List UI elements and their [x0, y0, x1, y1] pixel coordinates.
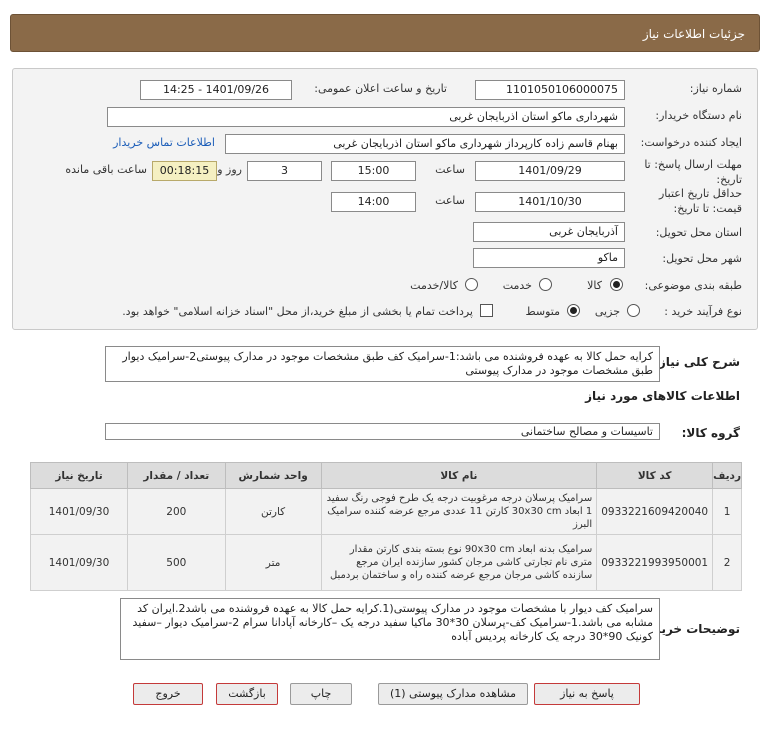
remaining-label: ساعت باقی مانده: [65, 163, 147, 176]
items-table: ردیف کد کالا نام کالا واحد شمارش تعداد /…: [29, 462, 742, 591]
col-header-name: نام کالا: [320, 462, 598, 489]
goods-group-field: تاسیسات و مصالح ساختمانی: [105, 423, 660, 440]
exit-button[interactable]: خروج: [133, 683, 203, 705]
validity-time-field[interactable]: 14:00: [331, 192, 416, 212]
cell-row: 1: [712, 488, 742, 535]
need-number-label: شماره نیاز:: [689, 82, 742, 95]
buyer-org-label: نام دستگاه خریدار:: [655, 109, 742, 122]
goods-section-title: اطلاعات کالاهای مورد نیاز: [585, 389, 740, 403]
announce-datetime-label: تاریخ و ساعت اعلان عمومی:: [314, 82, 447, 95]
city-field[interactable]: ماکو: [473, 248, 625, 268]
buyer-contact-link[interactable]: اطلاعات تماس خریدار: [113, 136, 215, 149]
reply-button[interactable]: پاسخ به نیاز: [534, 683, 640, 705]
remaining-timer: 00:18:15: [152, 161, 217, 181]
deadline-date-field[interactable]: 1401/09/29: [475, 161, 625, 181]
category-option-goods-service: کالا/خدمت: [410, 279, 458, 292]
category-option-service: خدمت: [502, 279, 532, 292]
table-row: 1 0933221609420040 سرامیک پرسلان درجه مر…: [29, 488, 742, 535]
deadline-days-label: روز و: [217, 163, 242, 176]
buyer-notes-text: سرامیک کف دیوار با مشخصات موجود در مدارک…: [120, 598, 660, 660]
deadline-days-field[interactable]: 3: [247, 161, 322, 181]
deadline-time-label: ساعت: [435, 163, 465, 176]
cell-code: 0933221993950001: [596, 534, 714, 591]
cell-unit: متر: [224, 534, 322, 591]
need-number-field[interactable]: 1101050106000075: [475, 80, 625, 100]
col-header-code: کد کالا: [596, 462, 714, 489]
purchase-type-label: نوع فرآیند خرید :: [664, 305, 742, 318]
announce-datetime-field[interactable]: 1401/09/26 - 14:25: [140, 80, 292, 100]
col-header-qty: تعداد / مقدار: [127, 462, 226, 489]
purchase-radio-minor[interactable]: [627, 304, 640, 317]
purchase-option-medium: متوسط: [525, 305, 560, 318]
requester-field[interactable]: بهنام قاسم زاده کارپرداز شهرداری ماکو اس…: [225, 134, 625, 154]
description-label: شرح کلی نیاز:: [654, 355, 740, 369]
deadline-time-field[interactable]: 15:00: [331, 161, 416, 181]
cell-date: 1401/09/30: [29, 534, 129, 591]
cell-row: 2: [712, 534, 742, 591]
print-button[interactable]: چاپ: [290, 683, 352, 705]
province-label: استان محل تحویل:: [655, 226, 742, 239]
buyer-org-field[interactable]: شهرداری ماکو استان اذربایجان غربی: [107, 107, 625, 127]
category-radio-goods-service[interactable]: [465, 278, 478, 291]
cell-name: سرامیک پرسلان درجه مرغوبیت درجه یک طرح ف…: [320, 488, 598, 535]
cell-date: 1401/09/30: [29, 488, 129, 535]
col-header-row: ردیف: [712, 462, 742, 489]
cell-qty: 200: [127, 488, 226, 535]
view-documents-button[interactable]: مشاهده مدارک پیوستی (1): [378, 683, 528, 705]
deadline-label: مهلت ارسال پاسخ: تا تاریخ:: [644, 158, 742, 186]
description-text: کرایه حمل کالا به عهده فروشنده می باشد:1…: [105, 346, 660, 382]
category-label: طبقه بندی موضوعی:: [644, 279, 742, 292]
page-title: جزئیات اطلاعات نیاز: [642, 27, 745, 41]
cell-name: سرامیک بدنه ابعاد 90x30 cm نوع بسته بندی…: [320, 534, 598, 591]
requester-label: ایجاد کننده درخواست:: [640, 136, 742, 149]
category-radio-service[interactable]: [539, 278, 552, 291]
goods-group-label: گروه کالا:: [681, 426, 740, 440]
province-field[interactable]: آذربایجان غربی: [473, 222, 625, 242]
table-row: 2 0933221993950001 سرامیک بدنه ابعاد 90x…: [29, 534, 742, 591]
cell-qty: 500: [127, 534, 226, 591]
col-header-date: تاریخ نیاز: [29, 462, 129, 489]
validity-time-label: ساعت: [435, 194, 465, 207]
page-header: جزئیات اطلاعات نیاز: [10, 14, 760, 52]
treasury-payment-checkbox[interactable]: [480, 304, 493, 317]
validity-date-field[interactable]: 1401/10/30: [475, 192, 625, 212]
treasury-payment-note: پرداخت تمام یا بخشی از مبلغ خرید،از محل …: [122, 305, 473, 318]
cell-unit: کارتن: [224, 488, 322, 535]
purchase-radio-medium[interactable]: [567, 304, 580, 317]
city-label: شهر محل تحویل:: [662, 252, 742, 265]
col-header-unit: واحد شمارش: [224, 462, 322, 489]
category-option-goods: کالا: [587, 279, 602, 292]
purchase-option-minor: جزیی: [594, 305, 620, 318]
back-button[interactable]: بازگشت: [216, 683, 278, 705]
cell-code: 0933221609420040: [596, 488, 714, 535]
validity-label: حداقل تاریخ اعتبار قیمت: تا تاریخ:: [658, 187, 742, 215]
category-radio-goods[interactable]: [610, 278, 623, 291]
